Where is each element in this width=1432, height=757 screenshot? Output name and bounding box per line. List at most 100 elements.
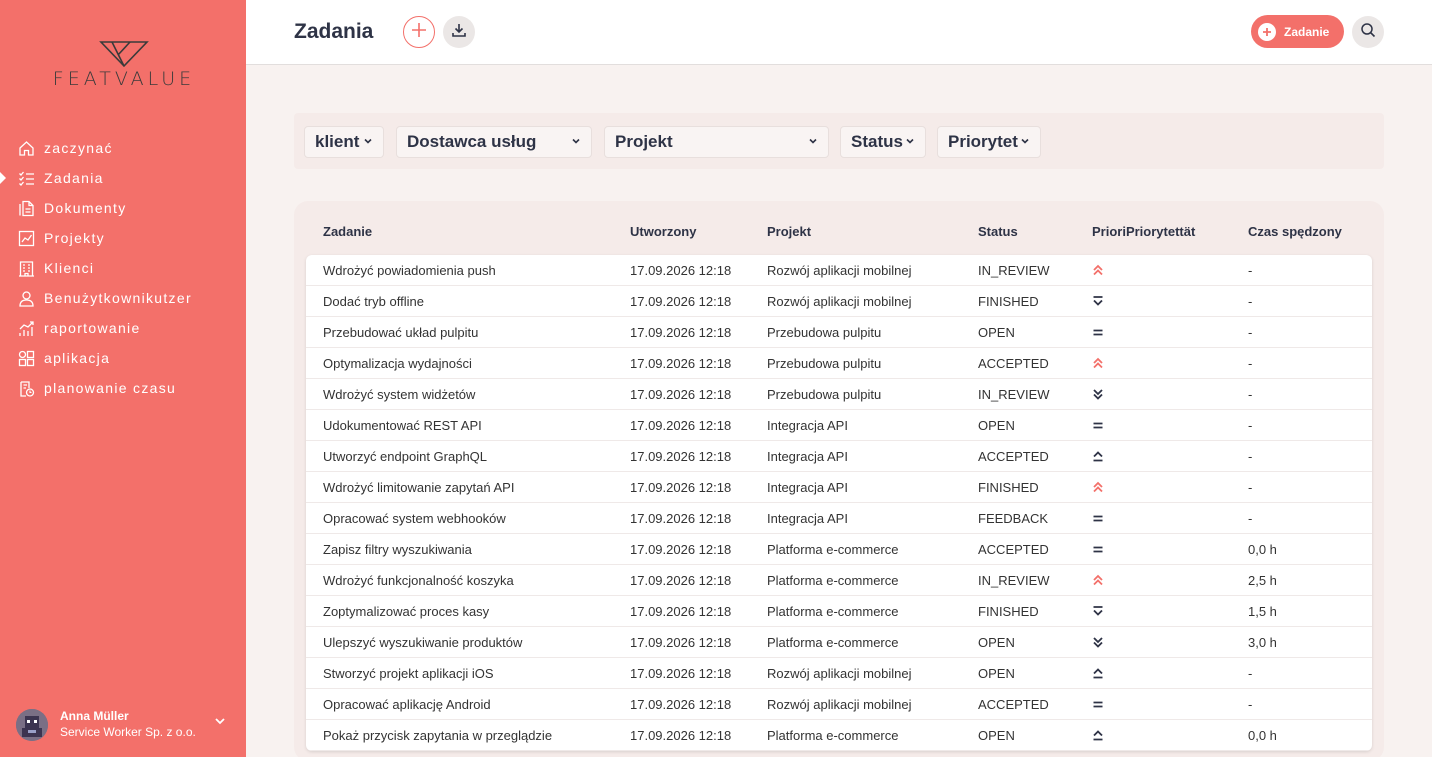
- project-cell: Integracja API: [767, 480, 848, 495]
- sidebar-item-tasks[interactable]: Zadania: [0, 163, 246, 193]
- project-cell: Platforma e-commerce: [767, 604, 899, 619]
- table-header: Zadanie Utworzony Projekt Status PrioriP…: [294, 201, 1384, 255]
- project-filter[interactable]: Projekt: [604, 126, 829, 158]
- new-task-label: Zadanie: [1284, 24, 1330, 39]
- time-cell: -: [1248, 325, 1253, 340]
- sidebar-item-label: Dokumenty: [44, 200, 127, 216]
- chevron-down-icon: [214, 714, 226, 732]
- sidebar-item-projects[interactable]: Projekty: [0, 223, 246, 253]
- time-cell: -: [1248, 294, 1253, 309]
- task-cell: Udokumentować REST API: [323, 418, 482, 433]
- project-cell: Integracja API: [767, 511, 848, 526]
- task-cell: Utworzyć endpoint GraphQL: [323, 449, 488, 464]
- report-icon: [17, 319, 36, 338]
- created-cell: 17.09.2026 12:18: [630, 542, 732, 557]
- status-cell: OPEN: [978, 666, 1015, 681]
- brand-name: FEATVALUE: [52, 68, 196, 90]
- table-row[interactable]: Wdrożyć powiadomienia push 17.09.2026 12:…: [306, 255, 1372, 286]
- provider-filter-label: Dostawca usług: [407, 132, 537, 151]
- project-cell: Platforma e-commerce: [767, 573, 899, 588]
- topbar: Zadania Zadanie: [246, 0, 1432, 65]
- table-row[interactable]: Stworzyć projekt aplikacji iOS 17.09.2026…: [306, 658, 1372, 689]
- task-list-icon: [17, 169, 36, 188]
- task-cell: Wdrożyć limitowanie zapytań API: [323, 480, 515, 495]
- priority-high-icon: [1090, 448, 1106, 464]
- tasks-table: Zadanie Utworzony Projekt Status PrioriP…: [294, 201, 1384, 757]
- table-row[interactable]: Optymalizacja wydajności 17.09.2026 12:18…: [306, 348, 1372, 379]
- sidebar-item-clients[interactable]: Klienci: [0, 253, 246, 283]
- table-row[interactable]: Opracować aplikację Android 17.09.2026 12…: [306, 689, 1372, 720]
- table-row[interactable]: Udokumentować REST API 17.09.2026 12:18 In…: [306, 410, 1372, 441]
- table-row[interactable]: Wdrożyć limitowanie zapytań API 17.09.202…: [306, 472, 1372, 503]
- table-row[interactable]: Wdrożyć system widżetów 17.09.2026 12:18 P…: [306, 379, 1372, 410]
- sidebar-item-documents[interactable]: Dokumenty: [0, 193, 246, 223]
- column-header-time[interactable]: Czas spędzony: [1248, 224, 1342, 239]
- sidebar-item-time-planning[interactable]: planowanie czasu: [0, 373, 246, 403]
- user-menu[interactable]: Anna Müller Service Worker Sp. z o.o.: [16, 706, 236, 746]
- task-cell: Wdrożyć funkcjonalność koszyka: [323, 573, 514, 588]
- status-cell: ACCEPTED: [978, 356, 1049, 371]
- table-row[interactable]: Utworzyć endpoint GraphQL 17.09.2026 12:1…: [306, 441, 1372, 472]
- table-row[interactable]: Przebudować układ pulpitu 17.09.2026 12:1…: [306, 317, 1372, 348]
- plus-icon: [1258, 22, 1276, 41]
- created-cell: 17.09.2026 12:18: [630, 480, 732, 495]
- project-cell: Integracja API: [767, 418, 848, 433]
- status-cell: OPEN: [978, 635, 1015, 650]
- created-cell: 17.09.2026 12:18: [630, 418, 732, 433]
- created-cell: 17.09.2026 12:18: [630, 387, 732, 402]
- new-task-button[interactable]: Zadanie: [1251, 15, 1344, 48]
- sidebar-item-label: Projekty: [44, 230, 105, 246]
- created-cell: 17.09.2026 12:18: [630, 356, 732, 371]
- priority-high-icon: [1090, 665, 1106, 681]
- filter-bar: klient Dostawca usług Projekt Status Pri…: [294, 113, 1384, 169]
- column-header-status[interactable]: Status: [978, 224, 1018, 239]
- download-button[interactable]: [443, 16, 475, 48]
- column-header-created[interactable]: Utworzony: [630, 224, 696, 239]
- project-cell: Rozwój aplikacji mobilnej: [767, 263, 912, 278]
- time-planning-icon: [17, 379, 36, 398]
- featvalue-logo[interactable]: FEATVALUE: [36, 40, 212, 92]
- project-cell: Rozwój aplikacji mobilnej: [767, 697, 912, 712]
- table-row[interactable]: Pokaż przycisk zapytania w przeglądzie 17…: [306, 720, 1372, 751]
- column-header-task[interactable]: Zadanie: [323, 224, 372, 239]
- priority-medium-icon: [1090, 417, 1106, 433]
- client-filter-label: klient: [315, 132, 360, 151]
- table-row[interactable]: Zoptymalizować proces kasy 17.09.2026 12:…: [306, 596, 1372, 627]
- status-filter[interactable]: Status: [840, 126, 926, 158]
- table-row[interactable]: Dodać tryb offline 17.09.2026 12:18 Rozwój…: [306, 286, 1372, 317]
- documents-icon: [17, 199, 36, 218]
- search-button[interactable]: [1352, 16, 1384, 48]
- status-cell: IN_REVIEW: [978, 573, 1050, 588]
- table-row[interactable]: Wdrożyć funkcjonalność koszyka 17.09.2026…: [306, 565, 1372, 596]
- project-cell: Rozwój aplikacji mobilnej: [767, 294, 912, 309]
- created-cell: 17.09.2026 12:18: [630, 294, 732, 309]
- task-cell: Zoptymalizować proces kasy: [323, 604, 490, 619]
- sidebar-item-start[interactable]: zaczynać: [0, 133, 246, 163]
- project-cell: Przebudowa pulpitu: [767, 356, 882, 371]
- column-header-priority[interactable]: PrioriPriorytettät: [1092, 224, 1195, 239]
- sidebar-item-users[interactable]: Benużytkownikutzer: [0, 283, 246, 313]
- table-row[interactable]: Zapisz filtry wyszukiwania 17.09.2026 12:…: [306, 534, 1372, 565]
- priority-filter[interactable]: Priorytet: [937, 126, 1041, 158]
- table-row[interactable]: Ulepszyć wyszukiwanie produktów 17.09.202…: [306, 627, 1372, 658]
- chart-icon: [17, 229, 36, 248]
- priority-lowest-icon: [1090, 386, 1106, 402]
- page-title: Zadania: [294, 20, 374, 43]
- task-cell: Wdrożyć powiadomienia push: [323, 263, 496, 278]
- table-row[interactable]: Opracować system webhooków 17.09.2026 12:…: [306, 503, 1372, 534]
- client-filter[interactable]: klient: [304, 126, 384, 158]
- project-cell: Integracja API: [767, 449, 848, 464]
- time-cell: -: [1248, 356, 1253, 371]
- status-cell: FEEDBACK: [978, 511, 1049, 526]
- sidebar-item-reporting[interactable]: raportowanie: [0, 313, 246, 343]
- sidebar-item-apps[interactable]: aplikacja: [0, 343, 246, 373]
- created-cell: 17.09.2026 12:18: [630, 325, 732, 340]
- provider-filter[interactable]: Dostawca usług: [396, 126, 592, 158]
- add-task-circle-button[interactable]: [403, 16, 435, 48]
- task-cell: Zapisz filtry wyszukiwania: [323, 542, 472, 557]
- status-cell: ACCEPTED: [978, 449, 1049, 464]
- project-cell: Rozwój aplikacji mobilnej: [767, 666, 912, 681]
- sidebar-item-label: zaczynać: [44, 140, 113, 156]
- column-header-project[interactable]: Projekt: [767, 224, 811, 239]
- task-cell: Pokaż przycisk zapytania w przeglądzie: [323, 728, 553, 743]
